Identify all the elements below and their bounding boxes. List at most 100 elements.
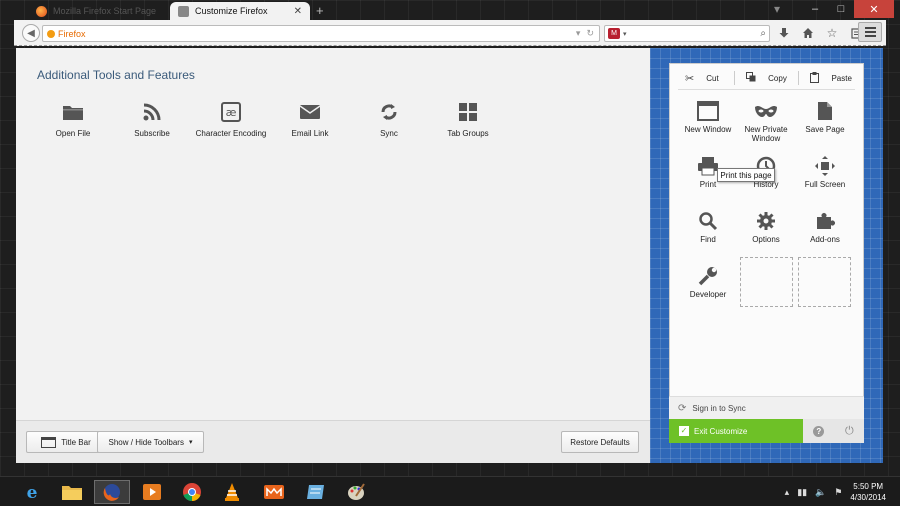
exit-customize-button[interactable]: ✓ Exit Customize <box>669 419 803 443</box>
url-input[interactable] <box>89 28 572 39</box>
navigation-toolbar: ◀ Firefox ▾ ↻ M ▾ ⌕ ☆ <box>14 20 886 46</box>
tab-label: Customize Firefox <box>195 6 268 16</box>
sync-icon: ⟳ <box>678 402 687 414</box>
identity-label: Firefox <box>58 28 86 39</box>
new-tab-button[interactable]: + <box>316 3 324 18</box>
file-explorer-icon[interactable] <box>54 480 90 504</box>
home-icon[interactable] <box>800 23 816 43</box>
reload-icon[interactable]: ↻ <box>586 28 594 39</box>
palette-item-tab-groups[interactable]: Tab Groups <box>428 100 508 138</box>
magnifier-icon <box>680 209 736 233</box>
clipboard-icon <box>810 71 820 85</box>
panel-item-add-ons[interactable]: Add-ons <box>797 209 853 244</box>
save-page-icon <box>797 99 853 123</box>
tab-label: Mozilla Firefox Start Page <box>53 6 157 16</box>
character-encoding-icon: æ <box>191 100 271 124</box>
sign-in-to-sync-button[interactable]: ⟳ Sign in to Sync <box>669 396 864 419</box>
checkmark-icon: ✓ <box>679 426 689 436</box>
windows-taskbar: e ▴ ▮▮ 🔈 ⚑ 5:50 PM 4/30/2014 <box>0 476 900 506</box>
vlc-icon[interactable] <box>214 480 250 504</box>
print-tooltip: Print this page <box>717 168 775 182</box>
close-window-button[interactable]: ✕ <box>854 0 894 18</box>
fullscreen-icon <box>797 154 853 178</box>
quit-power-icon[interactable]: ⏻ <box>845 425 854 438</box>
back-arrow-icon: ◀ <box>27 27 35 39</box>
empty-panel-slot <box>740 257 793 307</box>
private-mask-icon <box>738 99 794 123</box>
customize-page-icon <box>178 5 189 17</box>
palette-item-character-encoding[interactable]: æ Character Encoding <box>191 100 271 138</box>
hamburger-icon <box>864 27 876 29</box>
menu-panel: ✂ Cut Copy Paste New Window New Private <box>669 63 864 443</box>
title-bar-button[interactable]: Title Bar <box>26 431 106 453</box>
micromax-icon[interactable] <box>256 480 292 504</box>
rss-icon <box>112 100 192 124</box>
copy-button[interactable]: Copy <box>735 72 799 84</box>
divider <box>678 89 855 90</box>
edit-controls: ✂ Cut Copy Paste <box>670 70 863 86</box>
paste-button[interactable]: Paste <box>799 71 863 85</box>
back-button[interactable]: ◀ <box>22 24 40 42</box>
sync-icon <box>349 100 429 124</box>
chrome-icon[interactable] <box>174 480 210 504</box>
maximize-button[interactable]: □ <box>828 0 854 18</box>
download-icon[interactable] <box>776 23 792 43</box>
palette-title: Additional Tools and Features <box>37 68 195 82</box>
clock[interactable]: 5:50 PM 4/30/2014 <box>850 481 886 503</box>
open-menu-button[interactable] <box>858 22 882 42</box>
panel-item-options[interactable]: Options <box>738 209 794 244</box>
internet-explorer-icon[interactable]: e <box>14 480 50 504</box>
menu-panel-footer: ⟳ Sign in to Sync ✓ Exit Customize ? ⏻ <box>669 396 864 443</box>
identity-box[interactable]: Firefox <box>47 29 86 39</box>
list-all-tabs-icon[interactable]: ▾ <box>774 2 780 16</box>
media-player-icon[interactable] <box>134 480 170 504</box>
restore-defaults-button[interactable]: Restore Defaults <box>561 431 639 453</box>
envelope-icon <box>270 100 350 124</box>
volume-icon[interactable]: 🔈 <box>815 487 826 498</box>
close-tab-icon[interactable]: ✕ <box>294 6 302 17</box>
palette-item-email-link[interactable]: Email Link <box>270 100 350 138</box>
tab-groups-icon <box>428 100 508 124</box>
bookmark-star-icon[interactable]: ☆ <box>824 23 840 43</box>
url-bar[interactable]: Firefox ▾ ↻ <box>42 25 600 42</box>
search-engine-dropdown-icon[interactable]: ▾ <box>623 30 627 38</box>
panel-item-new-window[interactable]: New Window <box>680 99 736 134</box>
dropdown-arrow-icon: ▾ <box>188 439 193 446</box>
search-bar[interactable]: M ▾ ⌕ <box>604 25 770 42</box>
notes-icon[interactable] <box>298 480 334 504</box>
show-hidden-icons-icon[interactable]: ▴ <box>785 487 790 498</box>
svg-text:e: e <box>27 483 38 502</box>
palette-item-subscribe[interactable]: Subscribe <box>112 100 192 138</box>
firefox-icon[interactable] <box>94 480 130 504</box>
flag-icon[interactable]: ⚑ <box>834 487 842 498</box>
svg-text:æ: æ <box>226 106 237 119</box>
customize-footer: Title Bar Show / Hide Toolbars ▾ Restore… <box>16 420 650 463</box>
panel-item-new-private-window[interactable]: New Private Window <box>738 99 794 143</box>
new-window-icon <box>680 99 736 123</box>
panel-item-developer[interactable]: Developer <box>680 264 736 299</box>
wrench-icon <box>680 264 736 288</box>
scissors-icon: ✂ <box>685 72 695 85</box>
cut-button[interactable]: ✂ Cut <box>670 72 734 85</box>
paint-icon[interactable] <box>338 480 374 504</box>
show-hide-toolbars-button[interactable]: Show / Hide Toolbars ▾ <box>97 431 204 453</box>
search-engine-icon[interactable]: M <box>608 28 620 39</box>
network-icon[interactable]: ▮▮ <box>797 487 807 498</box>
title-bar-icon <box>41 436 57 448</box>
folder-icon <box>33 100 113 124</box>
firefox-icon <box>36 5 47 17</box>
minimize-button[interactable]: – <box>802 0 828 18</box>
customization-palette: Additional Tools and Features Open File … <box>16 48 650 420</box>
palette-item-open-file[interactable]: Open File <box>33 100 113 138</box>
panel-item-save-page[interactable]: Save Page <box>797 99 853 134</box>
tab-customize[interactable]: Customize Firefox ✕ <box>170 2 310 20</box>
panel-item-find[interactable]: Find <box>680 209 736 244</box>
help-icon[interactable]: ? <box>813 425 825 437</box>
search-input[interactable] <box>629 28 758 39</box>
search-icon[interactable]: ⌕ <box>760 28 769 39</box>
panel-item-full-screen[interactable]: Full Screen <box>797 154 853 189</box>
puzzle-icon <box>797 209 853 233</box>
tab-start-page[interactable]: Mozilla Firefox Start Page <box>28 2 170 20</box>
palette-item-sync[interactable]: Sync <box>349 100 429 138</box>
dropdown-arrow-icon[interactable]: ▾ <box>576 28 581 39</box>
